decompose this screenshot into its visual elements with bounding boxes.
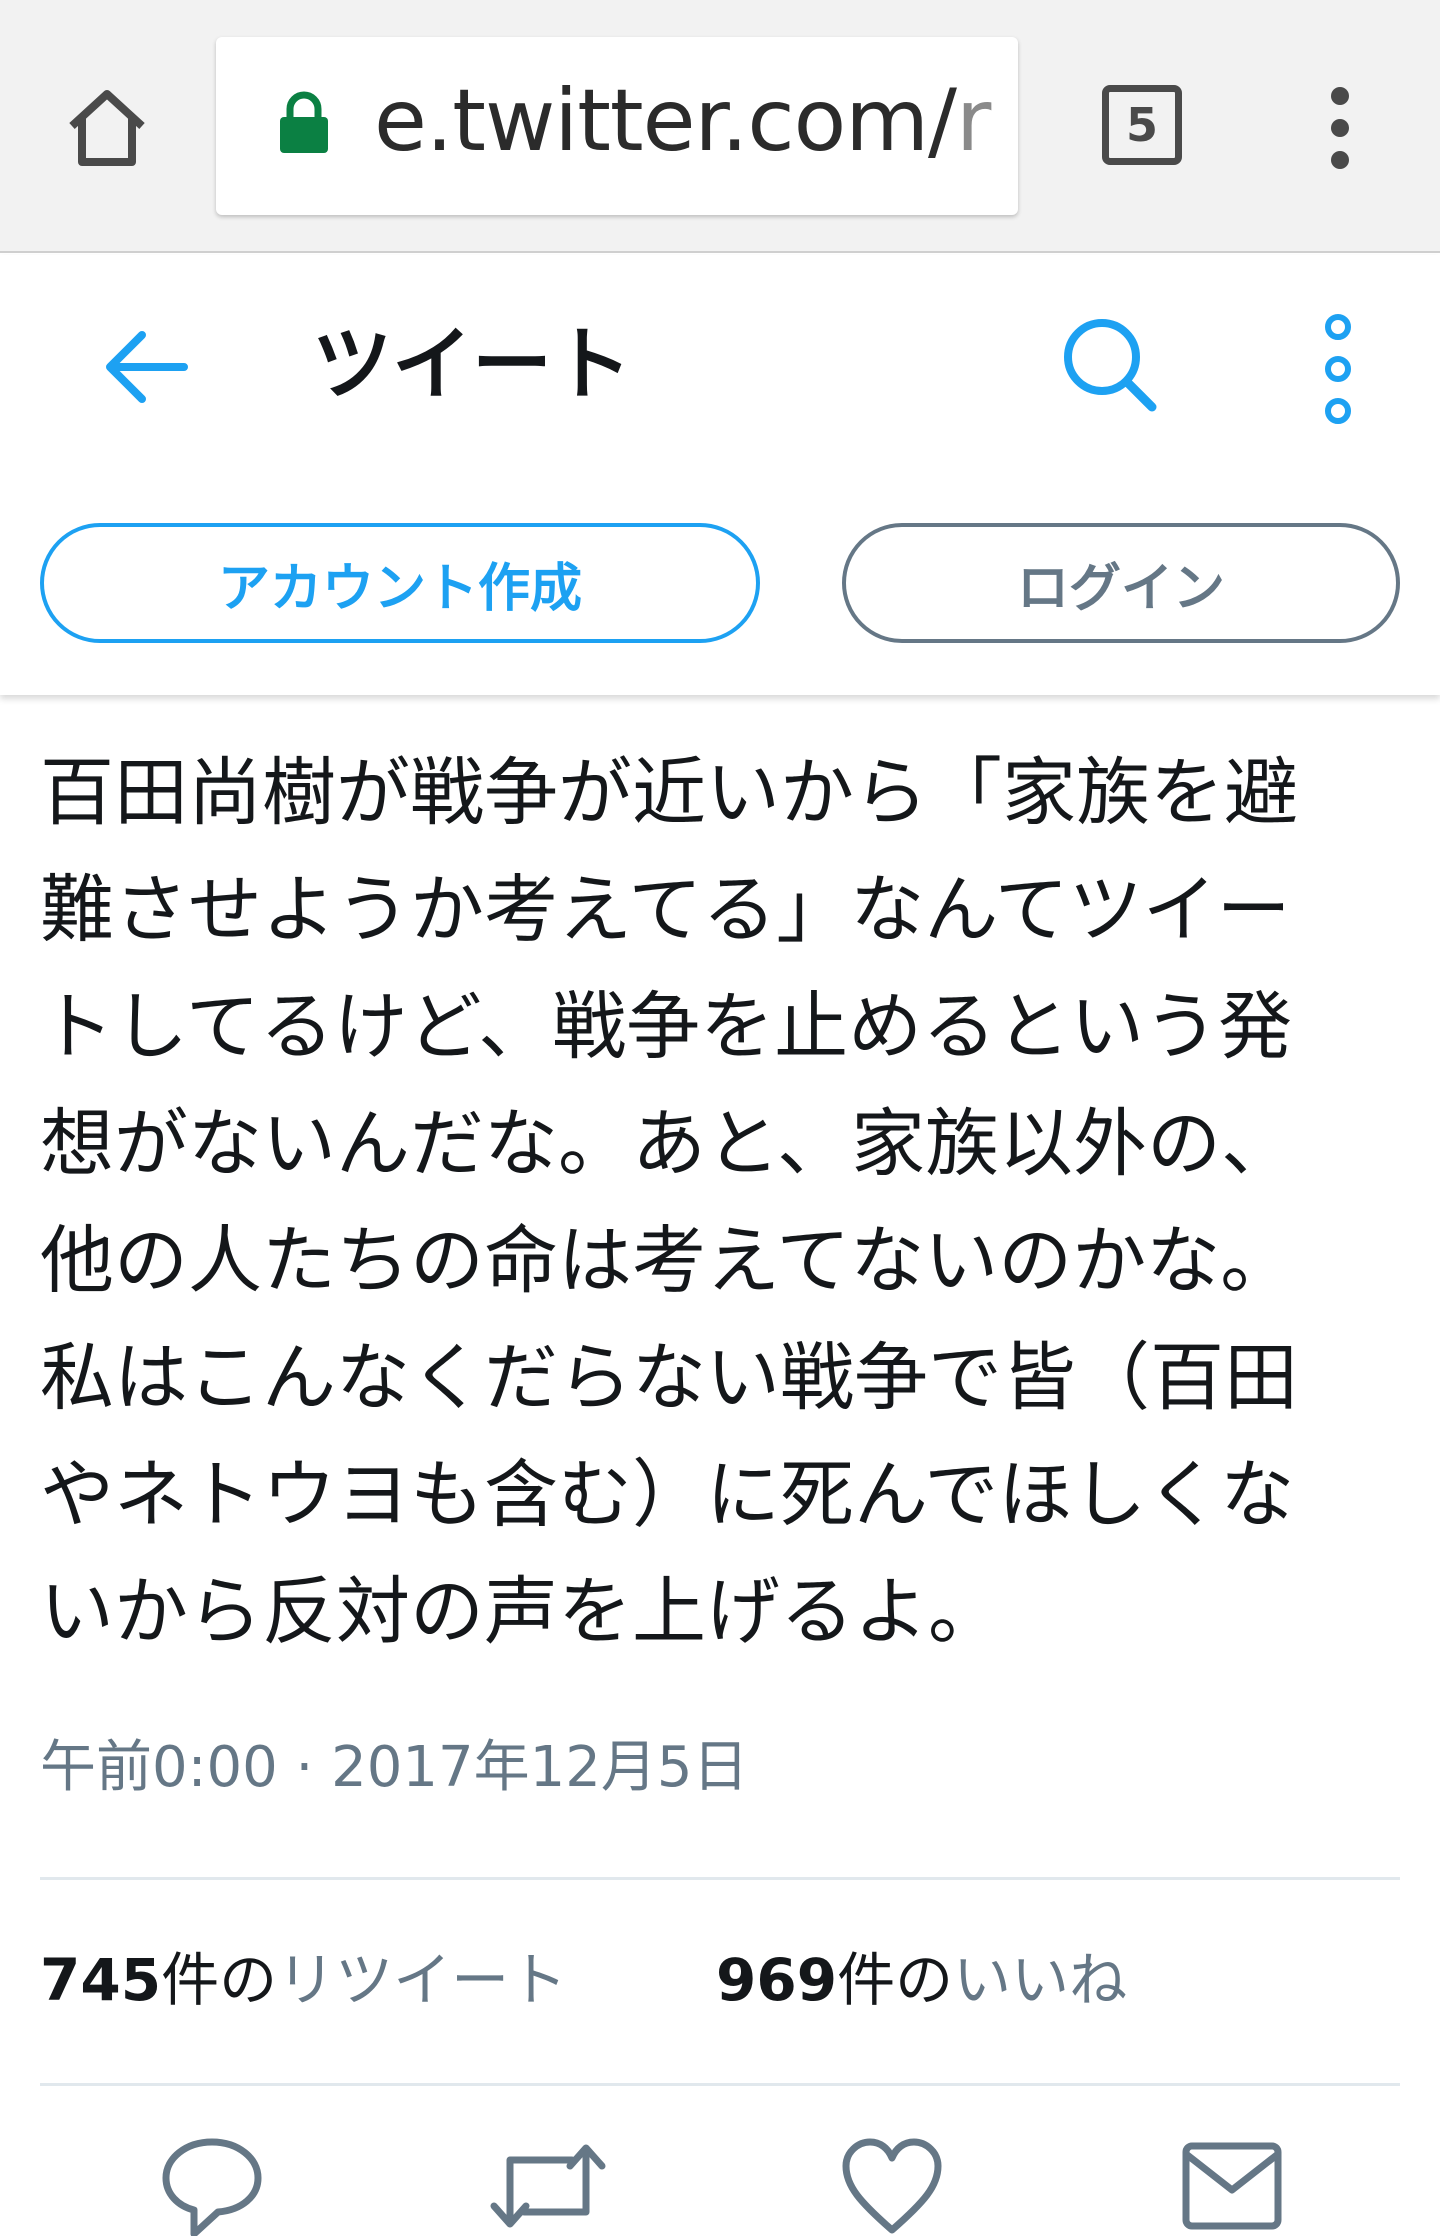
login-button[interactable]: ログイン xyxy=(842,523,1400,643)
like-heart-icon[interactable] xyxy=(840,2136,944,2236)
tweet-line: 百田尚樹が戦争が近いから「家族を避 xyxy=(40,750,1298,836)
tweet-timestamp[interactable]: 午前0:00 · 2017年12月5日 xyxy=(40,1728,749,1808)
home-icon[interactable] xyxy=(64,84,150,170)
like-count[interactable]: 969件のいいね xyxy=(716,1940,1127,2020)
tweet-line: 難させようか考えてる」なんてツイー xyxy=(40,867,1291,953)
tweet-line: 他の人たちの命は考えてないのかな。 xyxy=(40,1218,1295,1304)
divider xyxy=(40,2083,1400,2086)
retweet-number: 745 xyxy=(40,1946,162,2014)
tweet-text: 百田尚樹が戦争が近いから「家族を避 難させようか考えてる」なんてツイー トしてる… xyxy=(40,735,1410,1671)
tweet-header: ツイート アカウント作成 ログイン xyxy=(0,255,1440,695)
tweet-line: 想がないんだな。あと、家族以外の、 xyxy=(40,1101,1296,1187)
tweet-line: いから反対の声を上げるよ。 xyxy=(40,1569,1002,1655)
page-title: ツイート xyxy=(312,318,632,411)
like-label: いいね xyxy=(953,1946,1128,2014)
like-number: 969 xyxy=(716,1946,838,2014)
back-arrow-icon[interactable] xyxy=(102,327,188,407)
tab-count: 5 xyxy=(1125,98,1158,152)
reply-icon[interactable] xyxy=(160,2136,264,2236)
address-bar[interactable]: e.twitter.com/r xyxy=(216,37,1018,215)
share-mail-icon[interactable] xyxy=(1180,2136,1284,2236)
lock-icon xyxy=(280,91,328,153)
divider xyxy=(40,1877,1400,1880)
signup-button[interactable]: アカウント作成 xyxy=(40,523,760,643)
tweet-line: トしてるけど、戦争を止めるという発 xyxy=(40,984,1293,1070)
tweet-actions xyxy=(0,2136,1440,2236)
signup-button-label: アカウント作成 xyxy=(217,558,582,619)
login-button-label: ログイン xyxy=(1016,558,1225,619)
url-path: r xyxy=(956,71,991,171)
like-unit: 件の xyxy=(837,1946,954,2014)
url-text: e.twitter.com/r xyxy=(374,71,991,171)
more-options-icon[interactable] xyxy=(1316,313,1360,425)
tweet-line: 私はこんなくだらない戦争で皆（百田 xyxy=(40,1335,1298,1421)
overflow-menu-icon[interactable] xyxy=(1320,86,1360,170)
retweet-label: リツイート xyxy=(277,1946,568,2014)
retweet-count[interactable]: 745件のリツイート xyxy=(40,1940,567,2020)
url-host: e.twitter.com/ xyxy=(374,71,957,171)
retweet-icon[interactable] xyxy=(486,2136,610,2236)
tweet-line: やネトウヨも含む）に死んでほしくな xyxy=(40,1452,1295,1538)
retweet-unit: 件の xyxy=(161,1946,278,2014)
browser-toolbar: e.twitter.com/r 5 xyxy=(0,0,1440,253)
search-icon[interactable] xyxy=(1060,315,1160,415)
tabs-icon[interactable]: 5 xyxy=(1102,85,1182,165)
